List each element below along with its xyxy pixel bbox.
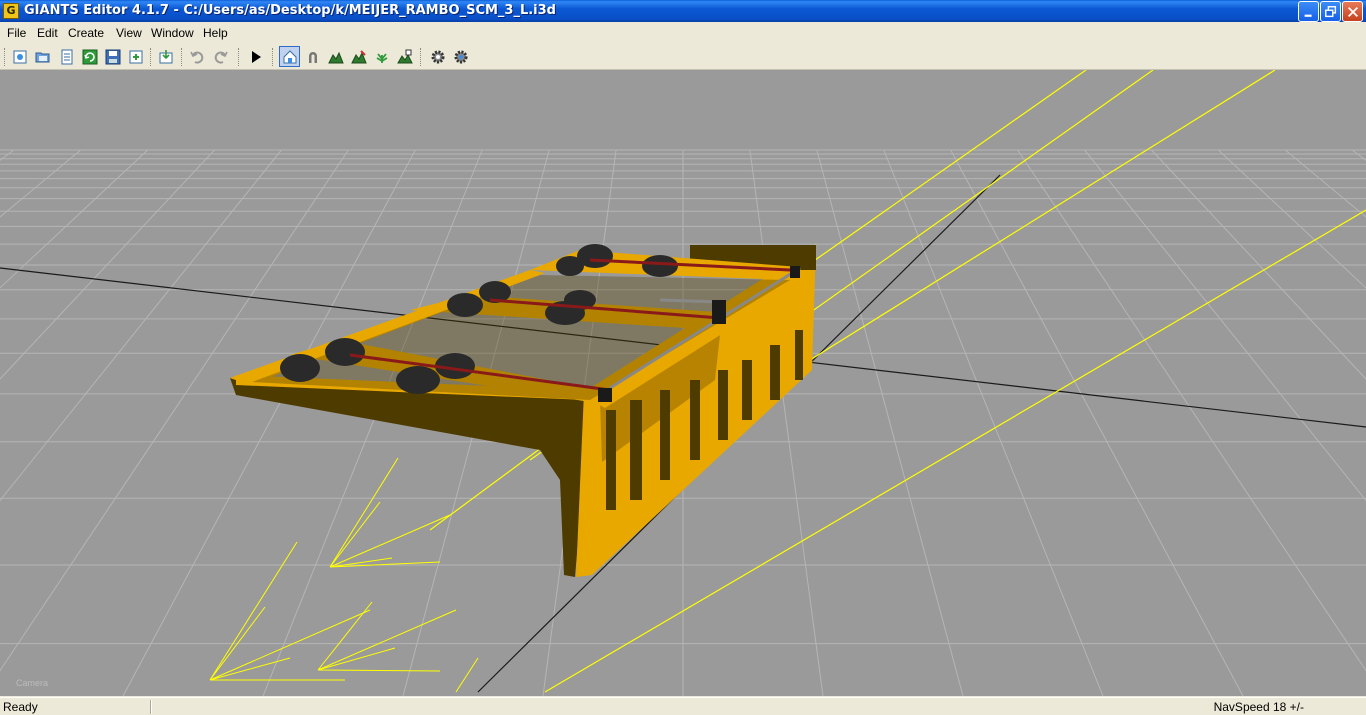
undo-icon[interactable] <box>186 46 207 67</box>
grid-line <box>0 149 148 289</box>
menu-create[interactable]: Create <box>68 26 104 40</box>
toolbar-separator <box>420 48 422 66</box>
import-icon[interactable] <box>155 46 176 67</box>
trailer-model <box>230 244 816 577</box>
terrain-paint-icon[interactable] <box>348 46 369 67</box>
restore-button[interactable] <box>1320 1 1341 22</box>
menu-bar: File Edit Create View Window Help <box>0 22 1366 44</box>
title-bar[interactable]: G GIANTS Editor 4.1.7 - C:/Users/as/Desk… <box>0 0 1366 22</box>
properties-icon[interactable] <box>56 46 77 67</box>
grid-line <box>1351 149 1366 161</box>
toolbar-separator <box>272 48 274 66</box>
scene-canvas[interactable] <box>0 70 1366 696</box>
grid-line <box>950 149 1244 696</box>
menu-file[interactable]: File <box>7 26 26 40</box>
foliage-icon[interactable] <box>371 46 392 67</box>
menu-help[interactable]: Help <box>203 26 228 40</box>
save-icon[interactable] <box>102 46 123 67</box>
minimize-button[interactable] <box>1298 1 1319 22</box>
refresh-icon[interactable] <box>79 46 100 67</box>
grid-line <box>1218 149 1366 289</box>
grid-line <box>0 149 282 502</box>
grid-line <box>122 149 416 696</box>
3d-viewport[interactable]: Camera <box>0 70 1366 696</box>
toolbar-separator <box>181 48 183 66</box>
redo-icon[interactable] <box>210 46 231 67</box>
menu-edit[interactable]: Edit <box>37 26 58 40</box>
grid-line <box>1084 149 1366 502</box>
settings-gear-2-icon[interactable] <box>450 46 471 67</box>
play-icon[interactable] <box>245 46 266 67</box>
settings-gear-icon[interactable] <box>427 46 448 67</box>
status-bar: Ready NavSpeed 18 +/- <box>0 697 1366 715</box>
app-logo-icon: G <box>3 3 19 19</box>
terrain-icon[interactable] <box>325 46 346 67</box>
terrain-edit-icon[interactable] <box>394 46 415 67</box>
grid-line <box>816 149 964 696</box>
editor-window: G GIANTS Editor 4.1.7 - C:/Users/as/Desk… <box>0 0 1366 715</box>
grid-line <box>1284 149 1366 218</box>
toolbar-grip <box>4 48 6 66</box>
home-icon[interactable] <box>279 46 300 67</box>
close-button[interactable] <box>1342 1 1363 22</box>
toolbar-separator <box>150 48 152 66</box>
magnet-icon[interactable] <box>302 46 323 67</box>
grid-line <box>883 149 1104 696</box>
toolbar-separator <box>238 48 240 66</box>
nav-speed-indicator: NavSpeed 18 +/- <box>1213 700 1304 714</box>
grid-line <box>0 149 215 380</box>
window-title: GIANTS Editor 4.1.7 - C:/Users/as/Deskto… <box>24 3 556 18</box>
new-icon[interactable] <box>9 46 30 67</box>
status-text: Ready <box>3 700 38 714</box>
menu-view[interactable]: View <box>116 26 142 40</box>
export-icon[interactable] <box>125 46 146 67</box>
toolbar <box>0 44 1366 70</box>
open-icon[interactable] <box>32 46 53 67</box>
camera-label: Camera <box>16 678 49 688</box>
status-divider <box>150 700 152 714</box>
grid-line <box>0 149 15 161</box>
grid-line <box>749 149 824 696</box>
grid-line <box>0 149 82 218</box>
menu-window[interactable]: Window <box>151 26 194 40</box>
